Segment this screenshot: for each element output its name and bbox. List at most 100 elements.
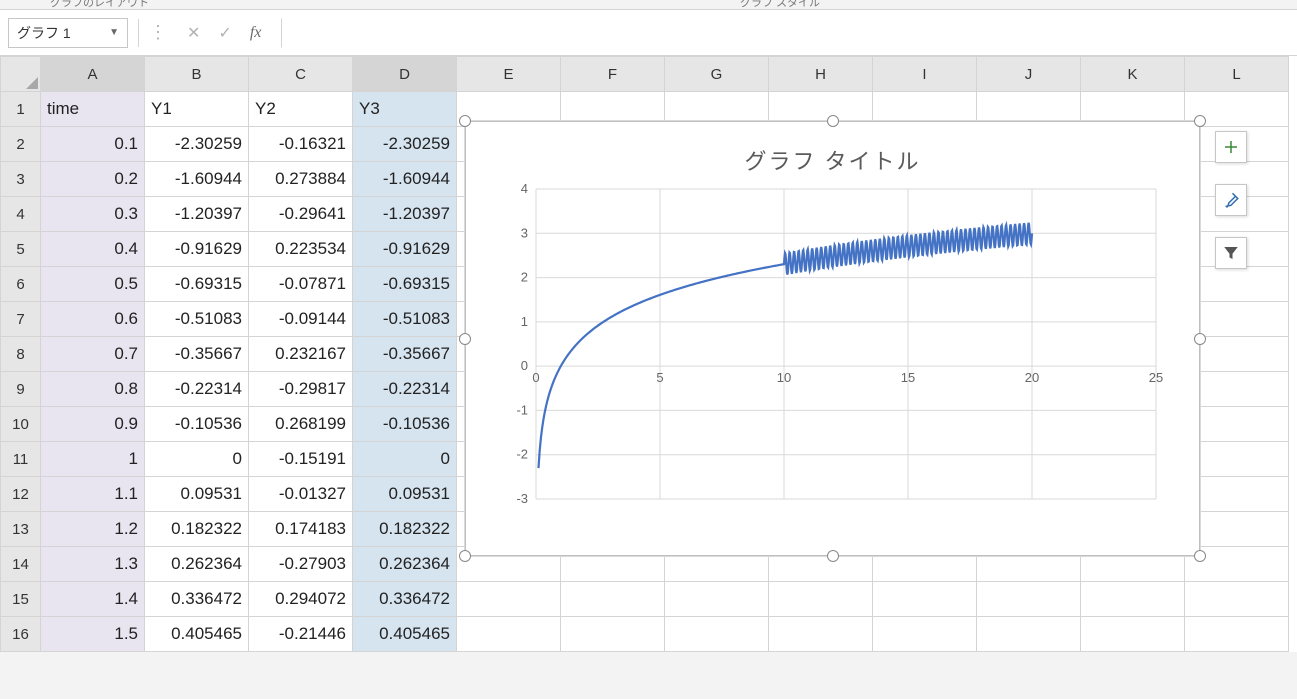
cell-I16[interactable] (873, 617, 977, 652)
cell-C5[interactable]: 0.223534 (249, 232, 353, 267)
cell-A2[interactable]: 0.1 (41, 127, 145, 162)
cell-A3[interactable]: 0.2 (41, 162, 145, 197)
cell-C10[interactable]: 0.268199 (249, 407, 353, 442)
cell-L11[interactable] (1185, 442, 1289, 477)
cell-A14[interactable]: 1.3 (41, 547, 145, 582)
col-header-J[interactable]: J (977, 57, 1081, 92)
cell-B3[interactable]: -1.60944 (145, 162, 249, 197)
cell-C15[interactable]: 0.294072 (249, 582, 353, 617)
resize-handle-e[interactable] (1194, 333, 1206, 345)
cell-B14[interactable]: 0.262364 (145, 547, 249, 582)
cell-D7[interactable]: -0.51083 (353, 302, 457, 337)
cell-B11[interactable]: 0 (145, 442, 249, 477)
enter-icon[interactable]: ✓ (218, 23, 231, 43)
cell-B12[interactable]: 0.09531 (145, 477, 249, 512)
cell-D1[interactable]: Y3 (353, 92, 457, 127)
cell-D4[interactable]: -1.20397 (353, 197, 457, 232)
cell-J15[interactable] (977, 582, 1081, 617)
cell-G16[interactable] (665, 617, 769, 652)
cell-L15[interactable] (1185, 582, 1289, 617)
cell-A6[interactable]: 0.5 (41, 267, 145, 302)
chart-filters-button[interactable] (1215, 237, 1247, 269)
cell-A4[interactable]: 0.3 (41, 197, 145, 232)
resize-handle-se[interactable] (1194, 550, 1206, 562)
cell-D16[interactable]: 0.405465 (353, 617, 457, 652)
cell-D5[interactable]: -0.91629 (353, 232, 457, 267)
cell-L7[interactable] (1185, 302, 1289, 337)
cell-D9[interactable]: -0.22314 (353, 372, 457, 407)
cell-B2[interactable]: -2.30259 (145, 127, 249, 162)
cell-L6[interactable] (1185, 267, 1289, 302)
row-header-6[interactable]: 6 (1, 267, 41, 302)
col-header-L[interactable]: L (1185, 57, 1289, 92)
formula-input[interactable] (281, 18, 1289, 48)
row-header-1[interactable]: 1 (1, 92, 41, 127)
resize-handle-w[interactable] (459, 333, 471, 345)
cell-C3[interactable]: 0.273884 (249, 162, 353, 197)
cell-C11[interactable]: -0.15191 (249, 442, 353, 477)
col-header-K[interactable]: K (1081, 57, 1185, 92)
row-header-10[interactable]: 10 (1, 407, 41, 442)
cell-D3[interactable]: -1.60944 (353, 162, 457, 197)
name-box[interactable]: グラフ 1 ▼ (8, 18, 128, 48)
resize-handle-sw[interactable] (459, 550, 471, 562)
row-header-12[interactable]: 12 (1, 477, 41, 512)
cell-H15[interactable] (769, 582, 873, 617)
resize-handle-ne[interactable] (1194, 115, 1206, 127)
cell-G15[interactable] (665, 582, 769, 617)
cell-C9[interactable]: -0.29817 (249, 372, 353, 407)
chart-title[interactable]: グラフ タイトル (466, 122, 1199, 184)
col-header-E[interactable]: E (457, 57, 561, 92)
cell-C2[interactable]: -0.16321 (249, 127, 353, 162)
col-header-H[interactable]: H (769, 57, 873, 92)
chart-object[interactable]: グラフ タイトル -3-2-1012340510152025 (465, 121, 1200, 556)
cell-F16[interactable] (561, 617, 665, 652)
cell-E15[interactable] (457, 582, 561, 617)
cell-B6[interactable]: -0.69315 (145, 267, 249, 302)
cell-C13[interactable]: 0.174183 (249, 512, 353, 547)
cell-C16[interactable]: -0.21446 (249, 617, 353, 652)
cell-A13[interactable]: 1.2 (41, 512, 145, 547)
cell-B5[interactable]: -0.91629 (145, 232, 249, 267)
cell-A9[interactable]: 0.8 (41, 372, 145, 407)
cell-D13[interactable]: 0.182322 (353, 512, 457, 547)
cell-D14[interactable]: 0.262364 (353, 547, 457, 582)
chart-plot-area[interactable]: -3-2-1012340510152025 (506, 184, 1169, 524)
col-header-B[interactable]: B (145, 57, 249, 92)
cell-K16[interactable] (1081, 617, 1185, 652)
cancel-icon[interactable]: ✕ (187, 23, 200, 43)
cell-C6[interactable]: -0.07871 (249, 267, 353, 302)
cell-A16[interactable]: 1.5 (41, 617, 145, 652)
cell-C7[interactable]: -0.09144 (249, 302, 353, 337)
cell-B1[interactable]: Y1 (145, 92, 249, 127)
cell-C12[interactable]: -0.01327 (249, 477, 353, 512)
cell-B7[interactable]: -0.51083 (145, 302, 249, 337)
cell-B10[interactable]: -0.10536 (145, 407, 249, 442)
fx-icon[interactable]: fx (250, 24, 262, 42)
row-header-15[interactable]: 15 (1, 582, 41, 617)
row-header-8[interactable]: 8 (1, 337, 41, 372)
row-header-16[interactable]: 16 (1, 617, 41, 652)
cell-B13[interactable]: 0.182322 (145, 512, 249, 547)
cell-J16[interactable] (977, 617, 1081, 652)
cell-C14[interactable]: -0.27903 (249, 547, 353, 582)
col-header-A[interactable]: A (41, 57, 145, 92)
cell-A7[interactable]: 0.6 (41, 302, 145, 337)
row-header-5[interactable]: 5 (1, 232, 41, 267)
col-header-D[interactable]: D (353, 57, 457, 92)
cell-B8[interactable]: -0.35667 (145, 337, 249, 372)
cell-D2[interactable]: -2.30259 (353, 127, 457, 162)
select-all-corner[interactable] (1, 57, 41, 92)
resize-handle-n[interactable] (827, 115, 839, 127)
cell-B16[interactable]: 0.405465 (145, 617, 249, 652)
cell-D15[interactable]: 0.336472 (353, 582, 457, 617)
cell-C8[interactable]: 0.232167 (249, 337, 353, 372)
cell-B9[interactable]: -0.22314 (145, 372, 249, 407)
cell-A1[interactable]: time (41, 92, 145, 127)
col-header-I[interactable]: I (873, 57, 977, 92)
cell-D10[interactable]: -0.10536 (353, 407, 457, 442)
chart-elements-button[interactable] (1215, 131, 1247, 163)
spreadsheet-grid[interactable]: ABCDEFGHIJKL 1timeY1Y2Y320.1-2.30259-0.1… (0, 56, 1297, 652)
cell-F15[interactable] (561, 582, 665, 617)
row-header-9[interactable]: 9 (1, 372, 41, 407)
